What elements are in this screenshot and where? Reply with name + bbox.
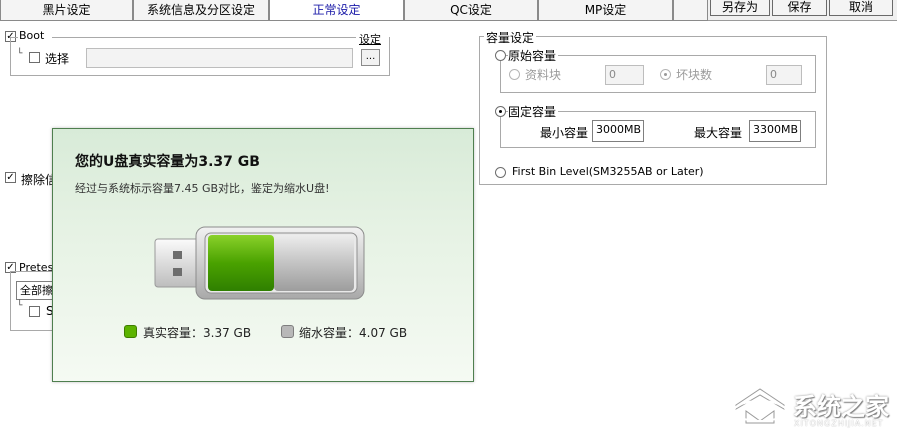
real-capacity-label: 真实容量：3.37 GB	[143, 326, 252, 340]
cancel-button[interactable]: 取消	[829, 0, 893, 16]
min-capacity-label: 最小容量	[540, 126, 589, 140]
boot-path-input[interactable]	[86, 48, 353, 68]
capacity-result-dialog: 您的U盘真实容量为3.37 GB 经过与系统标示容量7.45 GB对比，鉴定为缩…	[52, 128, 474, 382]
data-block-radio[interactable]	[509, 69, 520, 80]
tab-mp-settings[interactable]: MP设定	[538, 0, 673, 21]
tree-branch-icon: └	[17, 301, 23, 311]
boot-browse-button[interactable]: ...	[361, 49, 380, 66]
first-bin-level-label: First Bin Level(SM3255AB or Later)	[512, 165, 704, 178]
max-capacity-label: 最大容量	[694, 126, 743, 140]
min-capacity-input[interactable]: 3000MB	[592, 120, 644, 142]
tab-normal-settings[interactable]: 正常设定	[269, 0, 404, 21]
watermark-text: 系统之家	[793, 393, 889, 421]
boot-select-checkbox[interactable]	[29, 52, 40, 63]
dialog-title: 您的U盘真实容量为3.37 GB	[75, 154, 260, 170]
shrunk-capacity-legend-icon	[281, 325, 294, 338]
original-capacity-label: 原始容量	[508, 47, 559, 64]
usb-drive-icon	[154, 226, 365, 300]
data-block-input[interactable]: 0	[605, 65, 644, 85]
capacity-group-title: 容量设定	[484, 29, 537, 46]
bad-block-radio[interactable]	[660, 69, 671, 80]
pretest-mode-select[interactable]: 全部擦	[16, 281, 56, 300]
tab-empty	[673, 0, 708, 21]
fixed-capacity-label: 固定容量	[508, 103, 559, 120]
boot-settings-link[interactable]: 设定	[359, 31, 381, 47]
shrunk-capacity-label: 缩水容量：4.07 GB	[299, 326, 408, 340]
bad-block-input[interactable]: 0	[766, 65, 802, 85]
max-capacity-input[interactable]: 3300MB	[749, 120, 801, 142]
watermark-url: XITONGZHIJIA.NET	[794, 419, 884, 428]
tab-black-chip-settings[interactable]: 黑片设定	[0, 0, 133, 21]
fixed-capacity-radio[interactable]	[495, 106, 506, 117]
watermark-logo-icon	[733, 388, 787, 424]
pretest-sub-checkbox[interactable]	[29, 306, 40, 317]
erase-checkbox[interactable]: ✓	[5, 172, 16, 183]
data-block-label: 资料块	[525, 68, 562, 82]
real-capacity-legend-icon	[124, 325, 137, 338]
first-bin-level-radio[interactable]	[495, 167, 506, 178]
bad-block-label: 坏块数	[676, 68, 713, 82]
tab-qc-settings[interactable]: QC设定	[404, 0, 538, 21]
save-button[interactable]: 保存	[772, 0, 827, 16]
save-as-button[interactable]: 另存为	[710, 0, 770, 16]
tree-branch-icon: └	[17, 49, 23, 59]
tab-system-info-partition[interactable]: 系统信息及分区设定	[133, 0, 269, 21]
dialog-subtitle: 经过与系统标示容量7.45 GB对比，鉴定为缩水U盘!	[75, 182, 330, 195]
boot-select-label: 选择	[45, 52, 70, 66]
boot-group-top-mid	[52, 37, 356, 38]
original-capacity-radio[interactable]	[495, 50, 506, 61]
boot-group-top-left	[10, 37, 18, 38]
